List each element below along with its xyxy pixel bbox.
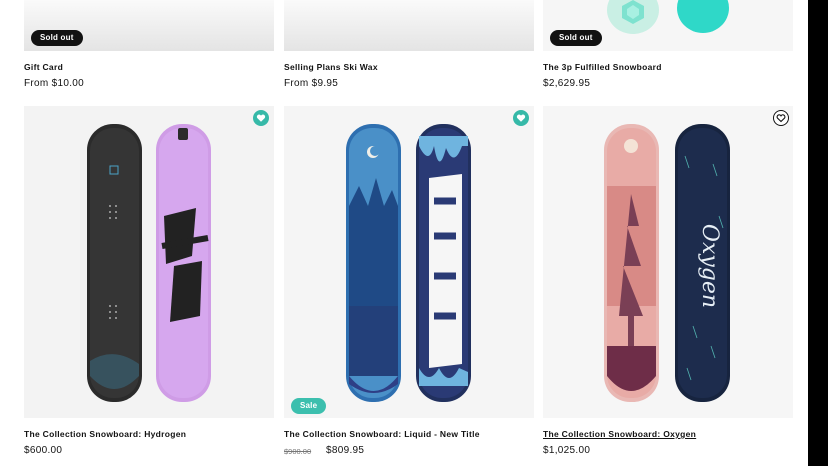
sale-badge: Sale — [291, 398, 327, 414]
product-title[interactable]: Selling Plans Ski Wax — [284, 62, 378, 72]
product-image[interactable]: Sold out — [24, 0, 274, 51]
sale-price: $809.95 — [326, 445, 365, 456]
product-image[interactable] — [24, 106, 274, 418]
sold-out-badge: Sold out — [31, 30, 83, 46]
product-price: From $9.95 — [284, 78, 339, 89]
product-price: $600.00 — [24, 445, 63, 456]
product-price: $1,025.00 — [543, 445, 591, 456]
product-title[interactable]: The Collection Snowboard: Liquid - New T… — [284, 429, 480, 439]
product-image[interactable] — [284, 0, 534, 51]
svg-text:Oxygen: Oxygen — [697, 224, 722, 308]
snowboard-image — [87, 124, 211, 402]
window-edge — [808, 0, 828, 466]
snowboard-image — [346, 124, 471, 402]
product-image[interactable]: Oxygen — [543, 106, 793, 418]
heart-filled-icon — [516, 114, 526, 122]
wishlist-button[interactable] — [773, 110, 789, 126]
product-title[interactable]: The Collection Snowboard: Hydrogen — [24, 429, 186, 439]
product-title[interactable]: The Collection Snowboard: Oxygen — [543, 429, 696, 439]
product-price: From $10.00 — [24, 78, 84, 89]
wishlist-button[interactable] — [513, 110, 529, 126]
heart-filled-icon — [256, 114, 266, 122]
heart-outline-icon — [776, 114, 786, 123]
product-title[interactable]: Gift Card — [24, 62, 63, 72]
product-price: $2,629.95 — [543, 78, 591, 89]
compare-at-price: $900.00 — [284, 447, 312, 456]
snowboard-image: Oxygen — [604, 124, 730, 402]
wishlist-button[interactable] — [253, 110, 269, 126]
sold-out-badge: Sold out — [550, 30, 602, 46]
product-title[interactable]: The 3p Fulfilled Snowboard — [543, 62, 662, 72]
product-image[interactable]: Sold out — [543, 0, 793, 51]
product-image[interactable] — [284, 106, 534, 418]
product-grid: Sold out Gift Card From $10.00 Selling P… — [0, 0, 828, 466]
